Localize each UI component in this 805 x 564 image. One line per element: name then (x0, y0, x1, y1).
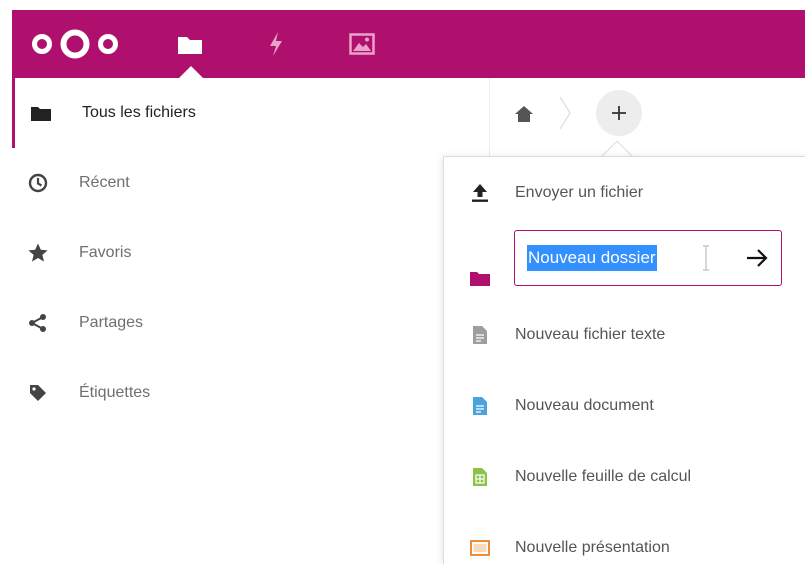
tag-icon (27, 382, 49, 404)
new-folder-form: Nouveau dossier (514, 230, 782, 286)
menu-item-label: Nouvelle présentation (515, 538, 670, 556)
clock-icon (27, 172, 49, 194)
menu-item-label: Nouveau fichier texte (515, 325, 666, 343)
folder-icon (30, 102, 52, 124)
selected-text: Nouveau dossier (527, 245, 657, 271)
sidebar-item-shares[interactable]: Partages (12, 288, 490, 358)
text-file-icon (468, 323, 492, 347)
menu-item-label: Envoyer un fichier (515, 183, 644, 201)
app-gallery-button[interactable] (334, 10, 390, 78)
menu-item-new-presentation[interactable]: Nouvelle présentation (444, 512, 805, 564)
spreadsheet-icon (468, 465, 492, 489)
sidebar-item-label: Partages (79, 314, 144, 331)
sidebar-item-label: Tous les fichiers (82, 104, 196, 121)
sidebar-item-all-files[interactable]: Tous les fichiers (12, 78, 490, 148)
app-activity-button[interactable] (248, 10, 304, 78)
sidebar-navigation: Tous les fichiers Récent Favoris Partage… (12, 78, 490, 564)
sidebar-item-label: Récent (79, 174, 130, 191)
text-cursor-icon (703, 245, 709, 271)
add-new-button[interactable] (596, 90, 642, 136)
folder-icon (178, 37, 202, 54)
document-icon (468, 394, 492, 418)
plus-icon (612, 106, 626, 120)
sidebar-item-tags[interactable]: Étiquettes (12, 358, 490, 428)
breadcrumb (490, 78, 805, 148)
image-icon (349, 33, 375, 55)
folder-icon (468, 266, 492, 290)
sidebar-item-label: Favoris (79, 244, 132, 261)
new-file-menu: Envoyer un fichier Nouveau dossier Nouve… (443, 156, 805, 564)
nextcloud-logo-icon[interactable] (30, 28, 120, 60)
sidebar-item-favorites[interactable]: Favoris (12, 218, 490, 288)
menu-item-label: Nouvelle feuille de calcul (515, 467, 692, 485)
arrow-right-icon (747, 249, 768, 267)
breadcrumb-separator-icon (559, 96, 571, 130)
menu-item-new-document[interactable]: Nouveau document (444, 370, 805, 441)
lightning-icon (270, 32, 282, 56)
menu-item-new-text-file[interactable]: Nouveau fichier texte (444, 299, 805, 370)
presentation-icon (468, 536, 492, 560)
menu-item-label: Nouveau document (515, 396, 654, 414)
confirm-arrow-button[interactable] (739, 240, 775, 276)
upload-icon (468, 181, 492, 205)
sidebar-item-recent[interactable]: Récent (12, 148, 490, 218)
menu-item-upload-file[interactable]: Envoyer un fichier (444, 157, 805, 228)
star-icon (27, 242, 49, 264)
share-icon (27, 312, 49, 334)
top-header (12, 10, 805, 78)
active-app-indicator (179, 66, 203, 78)
menu-item-new-spreadsheet[interactable]: Nouvelle feuille de calcul (444, 441, 805, 512)
sidebar-item-label: Étiquettes (79, 384, 151, 401)
home-icon[interactable] (514, 105, 534, 123)
files-app: Tous les fichiers Récent Favoris Partage… (0, 0, 805, 564)
